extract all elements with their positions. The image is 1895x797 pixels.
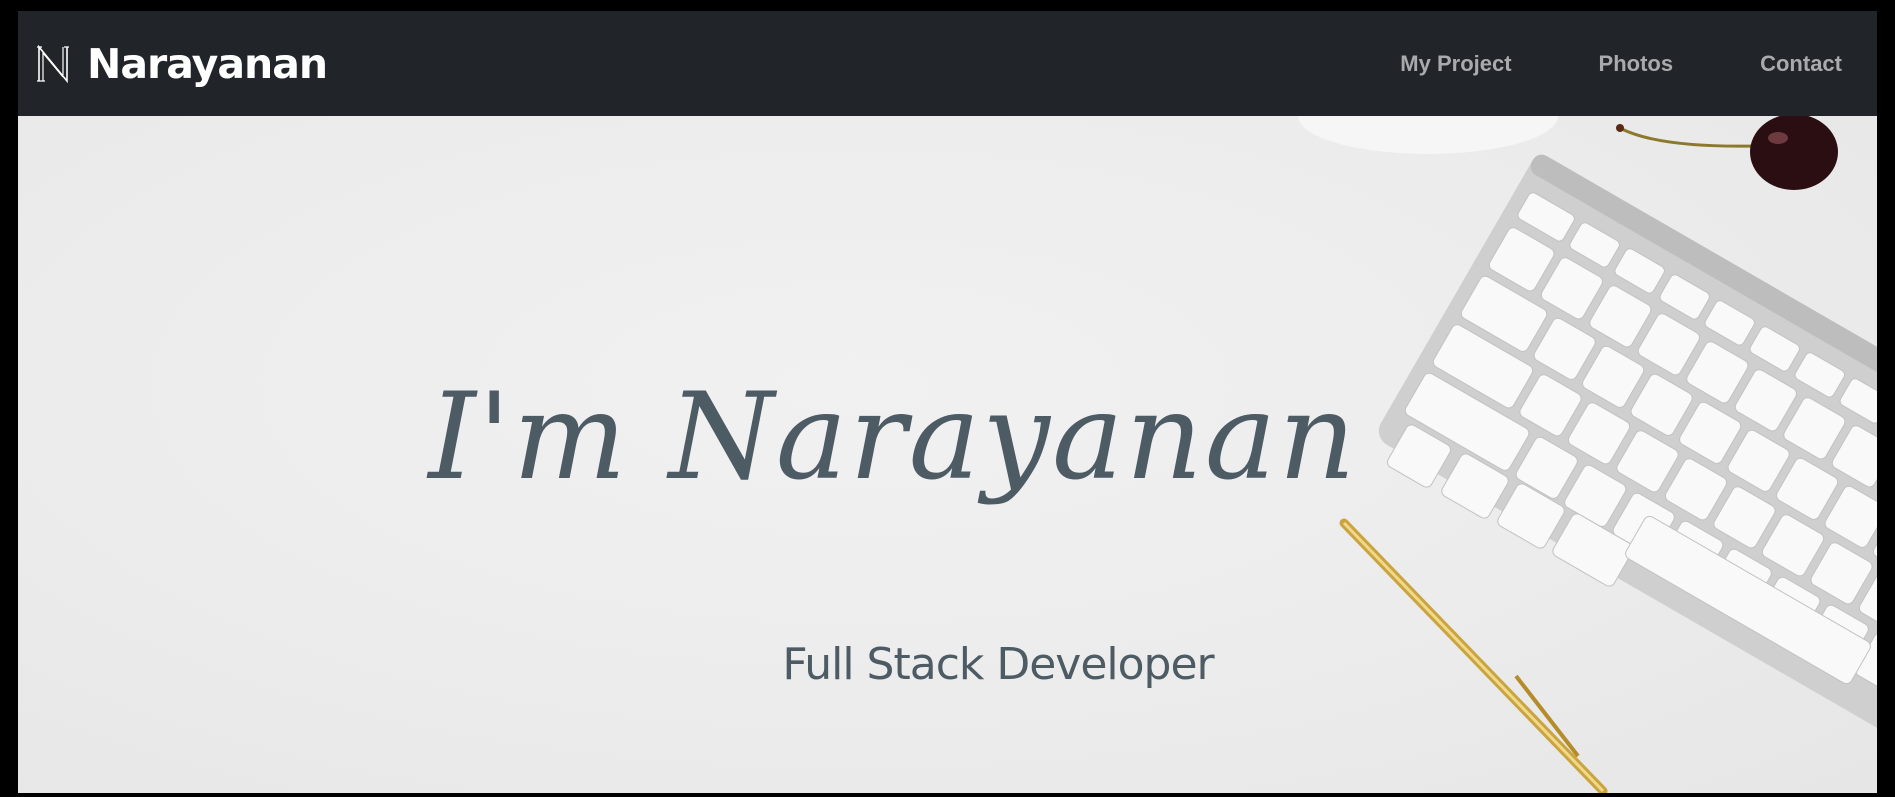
page-frame: Narayanan My Project Photos Contact I'm … xyxy=(18,11,1877,793)
brand-link[interactable]: Narayanan xyxy=(36,29,328,99)
cherry-stem-end xyxy=(1616,124,1624,132)
hero-title: I'm Narayanan xyxy=(428,368,1358,507)
n-monogram-icon xyxy=(37,44,69,84)
cup-shape xyxy=(1298,116,1558,154)
nav-link-photos[interactable]: Photos xyxy=(1599,51,1674,77)
navbar: Narayanan My Project Photos Contact xyxy=(18,11,1877,116)
hero-subtitle: Full Stack Developer xyxy=(782,639,1214,690)
cherry xyxy=(1750,116,1838,190)
nav-link-contact[interactable]: Contact xyxy=(1760,51,1842,77)
brand-name: Narayanan xyxy=(87,40,328,88)
hero-section: I'm Narayanan Full Stack Developer xyxy=(18,116,1877,793)
cherry-highlight xyxy=(1768,132,1788,144)
cherry-stem xyxy=(1619,126,1759,148)
nav-links: My Project Photos Contact xyxy=(1313,11,1842,116)
nav-link-my-project[interactable]: My Project xyxy=(1400,51,1511,77)
